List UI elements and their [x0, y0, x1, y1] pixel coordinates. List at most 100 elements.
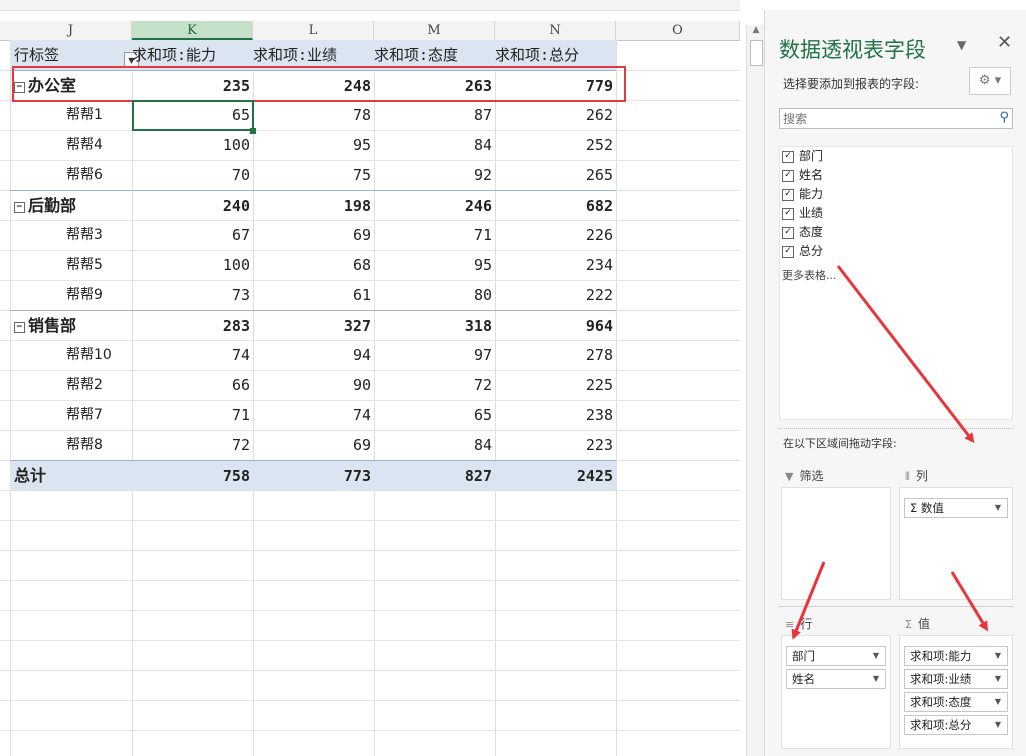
value-cell[interactable]: 73: [132, 280, 250, 310]
value-cell[interactable]: 240: [132, 191, 250, 221]
column-header-l[interactable]: L: [253, 21, 374, 40]
field-item[interactable]: ✓ 能力: [780, 185, 1012, 204]
dropdown-arrow-icon[interactable]: ▼: [995, 647, 1001, 665]
value-cell[interactable]: 78: [253, 100, 371, 130]
value-cell[interactable]: 682: [495, 191, 613, 221]
field-item[interactable]: ✓ 姓名: [780, 166, 1012, 185]
values-field-pill[interactable]: 求和项:能力 ▼: [904, 646, 1008, 666]
group-label[interactable]: − 后勤部: [14, 191, 130, 221]
value-cell[interactable]: 100: [132, 130, 250, 160]
group-label[interactable]: − 销售部: [14, 311, 130, 341]
grand-total-value[interactable]: 758: [132, 461, 250, 491]
field-item[interactable]: ✓ 业绩: [780, 204, 1012, 223]
value-cell[interactable]: 94: [253, 340, 371, 370]
collapse-icon[interactable]: −: [14, 201, 25, 213]
column-header-j[interactable]: J: [10, 21, 132, 40]
value-cell[interactable]: 69: [253, 220, 371, 250]
value-cell[interactable]: 318: [374, 311, 492, 341]
column-header-k[interactable]: K: [132, 21, 253, 40]
value-cell[interactable]: 74: [253, 400, 371, 430]
vertical-scrollbar[interactable]: ▲: [746, 25, 765, 756]
value-cell[interactable]: 72: [132, 430, 250, 460]
value-cell[interactable]: 80: [374, 280, 492, 310]
checkbox-icon[interactable]: ✓: [782, 226, 794, 239]
value-cell[interactable]: 226: [495, 220, 613, 250]
grand-total-value[interactable]: 773: [253, 461, 371, 491]
values-area[interactable]: 求和项:能力 ▼ 求和项:业绩 ▼ 求和项:态度 ▼ 求和项:总分 ▼: [899, 635, 1013, 749]
column-header-o[interactable]: O: [616, 21, 740, 40]
group-row[interactable]: − 销售部 283 327 318 964: [10, 310, 616, 341]
value-cell[interactable]: 198: [253, 191, 371, 221]
checkbox-icon[interactable]: ✓: [782, 169, 794, 182]
item-row[interactable]: 帮帮5 100 68 95 234: [10, 250, 616, 280]
value-cell[interactable]: 234: [495, 250, 613, 280]
grand-total-row[interactable]: 总计 758 773 827 2425: [10, 460, 616, 491]
group-row[interactable]: − 后勤部 240 198 246 682: [10, 190, 616, 221]
item-row[interactable]: 帮帮8 72 69 84 223: [10, 430, 616, 460]
value-cell[interactable]: 61: [253, 280, 371, 310]
search-icon[interactable]: ⚲: [999, 110, 1009, 125]
value-cell[interactable]: 95: [374, 250, 492, 280]
item-row[interactable]: 帮帮9 73 61 80 222: [10, 280, 616, 310]
pane-options-icon[interactable]: ▼: [957, 38, 966, 52]
values-field-pill[interactable]: 求和项:总分 ▼: [904, 715, 1008, 735]
column-header-m[interactable]: M: [374, 21, 495, 40]
value-cell[interactable]: 87: [374, 100, 492, 130]
value-cell[interactable]: 74: [132, 340, 250, 370]
dropdown-arrow-icon[interactable]: ▼: [995, 499, 1001, 517]
value-cell[interactable]: 71: [132, 400, 250, 430]
value-cell[interactable]: 222: [495, 280, 613, 310]
item-row[interactable]: 帮帮2 66 90 72 225: [10, 370, 616, 400]
columns-area[interactable]: Σ 数值 ▼: [899, 487, 1013, 600]
value-cell[interactable]: 223: [495, 430, 613, 460]
value-cell[interactable]: 327: [253, 311, 371, 341]
value-cell[interactable]: 70: [132, 160, 250, 190]
value-cell[interactable]: 97: [374, 340, 492, 370]
dropdown-arrow-icon[interactable]: ▼: [995, 716, 1001, 734]
columns-field-pill[interactable]: Σ 数值 ▼: [904, 498, 1008, 518]
field-item[interactable]: ✓ 态度: [780, 223, 1012, 242]
selected-cell[interactable]: [132, 100, 254, 131]
fill-handle[interactable]: [250, 128, 256, 134]
value-cell[interactable]: 252: [495, 130, 613, 160]
grand-total-label[interactable]: 总计: [14, 461, 130, 491]
field-item[interactable]: ✓ 总分: [780, 242, 1012, 261]
item-row[interactable]: 帮帮7 71 74 65 238: [10, 400, 616, 430]
scroll-up-icon[interactable]: ▲: [747, 25, 765, 39]
value-cell[interactable]: 225: [495, 370, 613, 400]
dropdown-arrow-icon[interactable]: ▼: [995, 693, 1001, 711]
item-row[interactable]: 帮帮4 100 95 84 252: [10, 130, 616, 160]
value-cell[interactable]: 90: [253, 370, 371, 400]
gear-icon[interactable]: ⚙ ▾: [969, 67, 1011, 95]
value-cell[interactable]: 84: [374, 430, 492, 460]
value-cell[interactable]: 95: [253, 130, 371, 160]
filter-area[interactable]: [781, 487, 891, 600]
value-cell[interactable]: 964: [495, 311, 613, 341]
search-input[interactable]: [780, 109, 988, 128]
checkbox-icon[interactable]: ✓: [782, 245, 794, 258]
more-tables-link[interactable]: 更多表格...: [780, 267, 1012, 283]
value-cell[interactable]: 65: [374, 400, 492, 430]
scroll-thumb[interactable]: [750, 40, 763, 66]
item-row[interactable]: 帮帮10 74 94 97 278: [10, 340, 616, 370]
checkbox-icon[interactable]: ✓: [782, 207, 794, 220]
value-cell[interactable]: 92: [374, 160, 492, 190]
rows-field-pill[interactable]: 姓名 ▼: [786, 669, 886, 689]
column-header-n[interactable]: N: [495, 21, 616, 40]
rows-area[interactable]: 部门 ▼ 姓名 ▼: [781, 635, 891, 749]
value-cell[interactable]: 246: [374, 191, 492, 221]
close-icon[interactable]: ✕: [997, 32, 1012, 53]
value-cell[interactable]: 69: [253, 430, 371, 460]
value-cell[interactable]: 71: [374, 220, 492, 250]
dropdown-arrow-icon[interactable]: ▼: [873, 647, 879, 665]
search-box[interactable]: ⚲: [779, 108, 1013, 129]
item-row[interactable]: 帮帮3 67 69 71 226: [10, 220, 616, 250]
grand-total-value[interactable]: 827: [374, 461, 492, 491]
values-field-pill[interactable]: 求和项:态度 ▼: [904, 692, 1008, 712]
collapse-icon[interactable]: −: [14, 321, 25, 333]
value-cell[interactable]: 72: [374, 370, 492, 400]
value-cell[interactable]: 278: [495, 340, 613, 370]
item-row[interactable]: 帮帮1 65 78 87 262: [10, 100, 616, 130]
value-cell[interactable]: 238: [495, 400, 613, 430]
value-cell[interactable]: 75: [253, 160, 371, 190]
